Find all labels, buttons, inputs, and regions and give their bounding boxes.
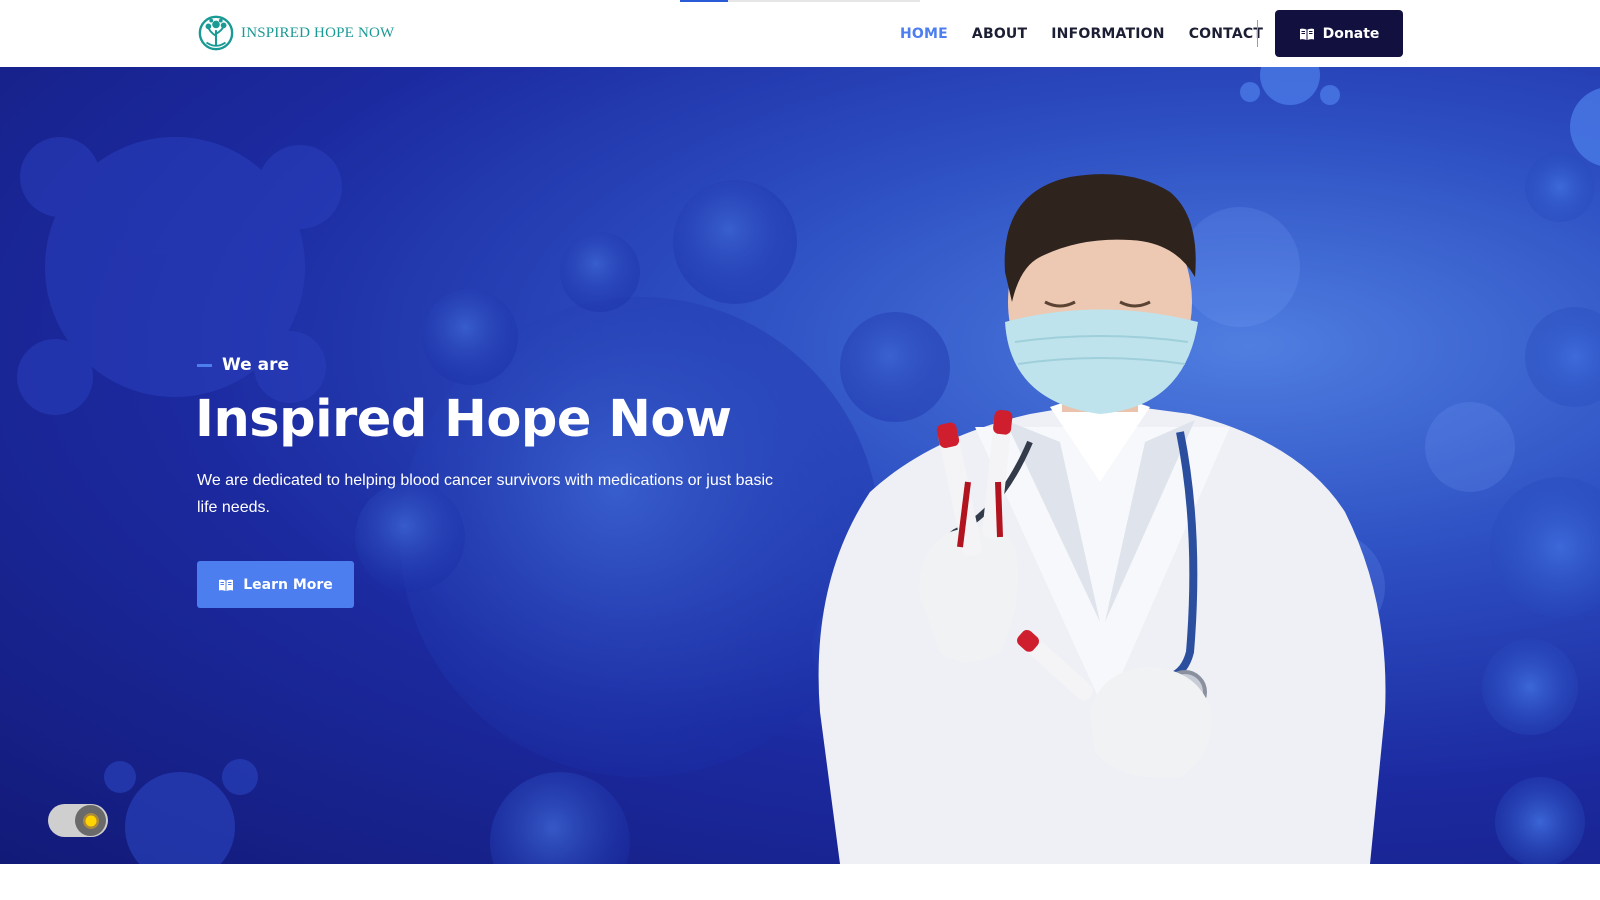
hero-tagline: We are (197, 355, 289, 375)
nav-information[interactable]: INFORMATION (1051, 26, 1164, 42)
hero-section: We are Inspired Hope Now We are dedicate… (0, 67, 1600, 864)
tagline-text: We are (222, 355, 289, 375)
learn-more-button[interactable]: Learn More (197, 561, 354, 608)
main-nav: HOME ABOUT INFORMATION CONTACT (900, 0, 1287, 67)
logo-text: INSPIRED HOPE NOW (241, 24, 395, 41)
site-logo[interactable]: INSPIRED HOPE NOW (197, 14, 394, 52)
theme-toggle[interactable] (48, 804, 108, 837)
book-icon (1299, 28, 1314, 40)
sun-icon (82, 812, 99, 829)
nav-home[interactable]: HOME (900, 26, 948, 42)
doctor-image (818, 174, 1386, 864)
donate-button[interactable]: Donate (1275, 10, 1403, 57)
nav-about[interactable]: ABOUT (972, 26, 1027, 42)
hero-subtitle: We are dedicated to helping blood cancer… (197, 472, 773, 516)
nav-divider (1257, 20, 1258, 47)
learn-more-label: Learn More (243, 576, 333, 593)
tree-leaf-logo-icon (198, 15, 234, 51)
nav-contact[interactable]: CONTACT (1189, 26, 1263, 42)
site-header: INSPIRED HOPE NOW HOME ABOUT INFORMATION… (0, 0, 1600, 67)
scroll-progress-bar (680, 0, 920, 2)
tagline-dash (197, 363, 212, 367)
scroll-progress-fill (680, 0, 728, 2)
book-icon (219, 579, 234, 591)
donate-label: Donate (1322, 25, 1380, 42)
below-hero-area (0, 864, 1600, 900)
hero-title: Inspired Hope Now (195, 390, 732, 449)
toggle-knob (75, 805, 106, 836)
